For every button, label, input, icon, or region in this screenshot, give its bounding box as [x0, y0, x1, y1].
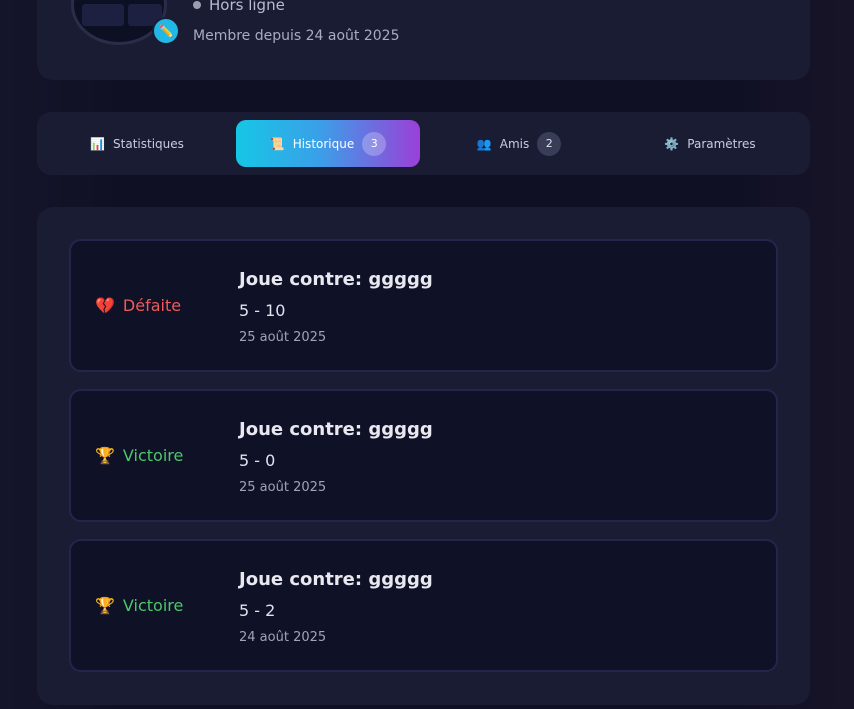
tab-label: Paramètres — [687, 136, 756, 151]
match-score: 5 - 2 — [239, 601, 276, 620]
match-card[interactable]: 💔 Défaite Joue contre: ggggg 5 - 10 25 a… — [69, 239, 778, 372]
tab-parametres[interactable]: ⚙️ Paramètres — [618, 120, 802, 167]
online-status: Hors ligne — [193, 0, 285, 14]
match-score: 5 - 10 — [239, 301, 286, 320]
scroll-icon: 📜 — [269, 136, 285, 151]
tab-count-badge: 2 — [537, 131, 562, 156]
gear-icon: ⚙️ — [664, 136, 680, 151]
match-history-panel: 💔 Défaite Joue contre: ggggg 5 - 10 25 a… — [37, 207, 810, 705]
match-date: 25 août 2025 — [239, 330, 327, 345]
result-label: Victoire — [122, 596, 184, 615]
trophy-icon: 🏆 — [95, 596, 115, 615]
avatar-thumb — [82, 4, 124, 26]
profile-card: ✏️ Hors ligne Membre depuis 24 août 2025 — [37, 0, 810, 80]
match-result: 🏆 Victoire — [95, 541, 183, 670]
match-score: 5 - 0 — [239, 451, 276, 470]
match-card[interactable]: 🏆 Victoire Joue contre: ggggg 5 - 2 24 a… — [69, 539, 778, 672]
member-since: Membre depuis 24 août 2025 — [193, 28, 400, 44]
tab-label: Historique — [292, 136, 355, 151]
bar-chart-icon: 📊 — [90, 136, 106, 151]
pencil-icon: ✏️ — [158, 24, 174, 38]
edit-avatar-button[interactable]: ✏️ — [152, 17, 180, 45]
match-date: 24 août 2025 — [239, 630, 327, 645]
result-label: Victoire — [122, 446, 184, 465]
match-card[interactable]: 🏆 Victoire Joue contre: ggggg 5 - 0 25 a… — [69, 389, 778, 522]
match-result: 💔 Défaite — [95, 241, 181, 370]
people-icon: 👥 — [476, 136, 492, 151]
tab-historique[interactable]: 📜 Historique 3 — [236, 120, 420, 167]
match-opponent: Joue contre: ggggg — [239, 569, 433, 590]
tab-amis[interactable]: 👥 Amis 2 — [427, 120, 611, 167]
tab-statistiques[interactable]: 📊 Statistiques — [45, 120, 229, 167]
result-label: Défaite — [122, 296, 182, 315]
match-opponent: Joue contre: ggggg — [239, 419, 433, 440]
match-opponent: Joue contre: ggggg — [239, 269, 433, 290]
status-dot-icon — [193, 1, 201, 9]
trophy-icon: 🏆 — [95, 446, 115, 465]
match-result: 🏆 Victoire — [95, 391, 183, 520]
tab-label: Amis — [499, 136, 530, 151]
tab-count-badge: 3 — [362, 131, 387, 156]
avatar[interactable] — [71, 0, 167, 45]
status-text: Hors ligne — [209, 0, 285, 14]
tab-label: Statistiques — [113, 136, 184, 151]
broken-heart-icon: 💔 — [95, 296, 115, 315]
match-date: 25 août 2025 — [239, 480, 327, 495]
profile-tabs: 📊 Statistiques 📜 Historique 3 👥 Amis 2 ⚙… — [37, 112, 810, 175]
